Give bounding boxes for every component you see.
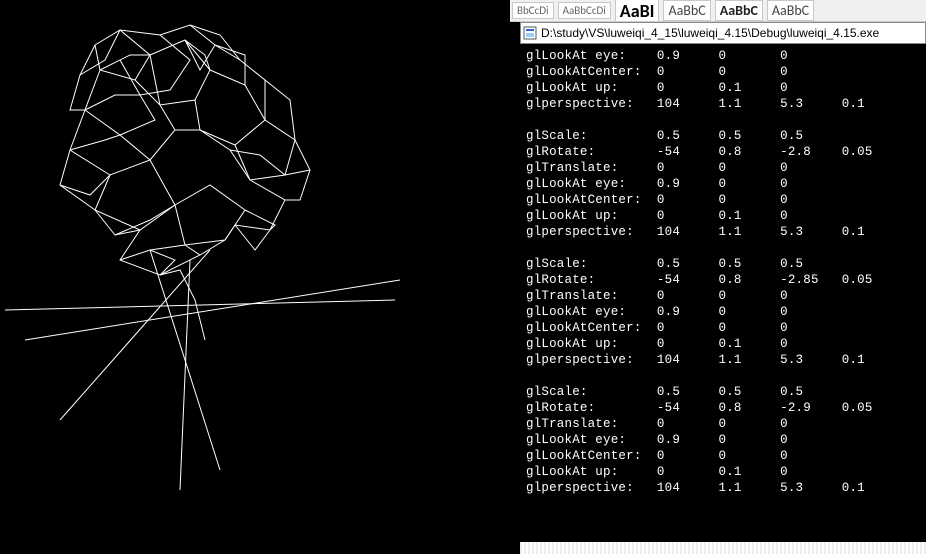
- taskbar-sliver: [520, 542, 926, 554]
- console-output: glLookAt eye: 0.9 0 0 glLookAtCenter: 0 …: [520, 44, 926, 500]
- opengl-render-window[interactable]: [0, 0, 510, 554]
- app-icon: [523, 26, 537, 40]
- style-sample[interactable]: AaBbC: [663, 0, 710, 21]
- style-sample[interactable]: AaBbC: [715, 0, 763, 21]
- console-titlebar[interactable]: D:\study\VS\luweiqi_4_15\luweiqi_4.15\De…: [520, 22, 926, 44]
- wireframe-mesh: [0, 0, 510, 554]
- style-sample[interactable]: BbCcDi: [512, 2, 554, 19]
- console-title-path: D:\study\VS\luweiqi_4_15\luweiqi_4.15\De…: [541, 26, 879, 40]
- style-sample[interactable]: AaBbC: [767, 0, 814, 21]
- console-window[interactable]: D:\study\VS\luweiqi_4_15\luweiqi_4.15\De…: [520, 22, 926, 542]
- word-styles-ribbon: BbCcDi AaBbCcDi AaBI AaBbC AaBbC AaBbC: [510, 0, 926, 22]
- style-sample[interactable]: AaBI: [615, 0, 660, 22]
- style-sample[interactable]: AaBbCcDi: [558, 2, 611, 19]
